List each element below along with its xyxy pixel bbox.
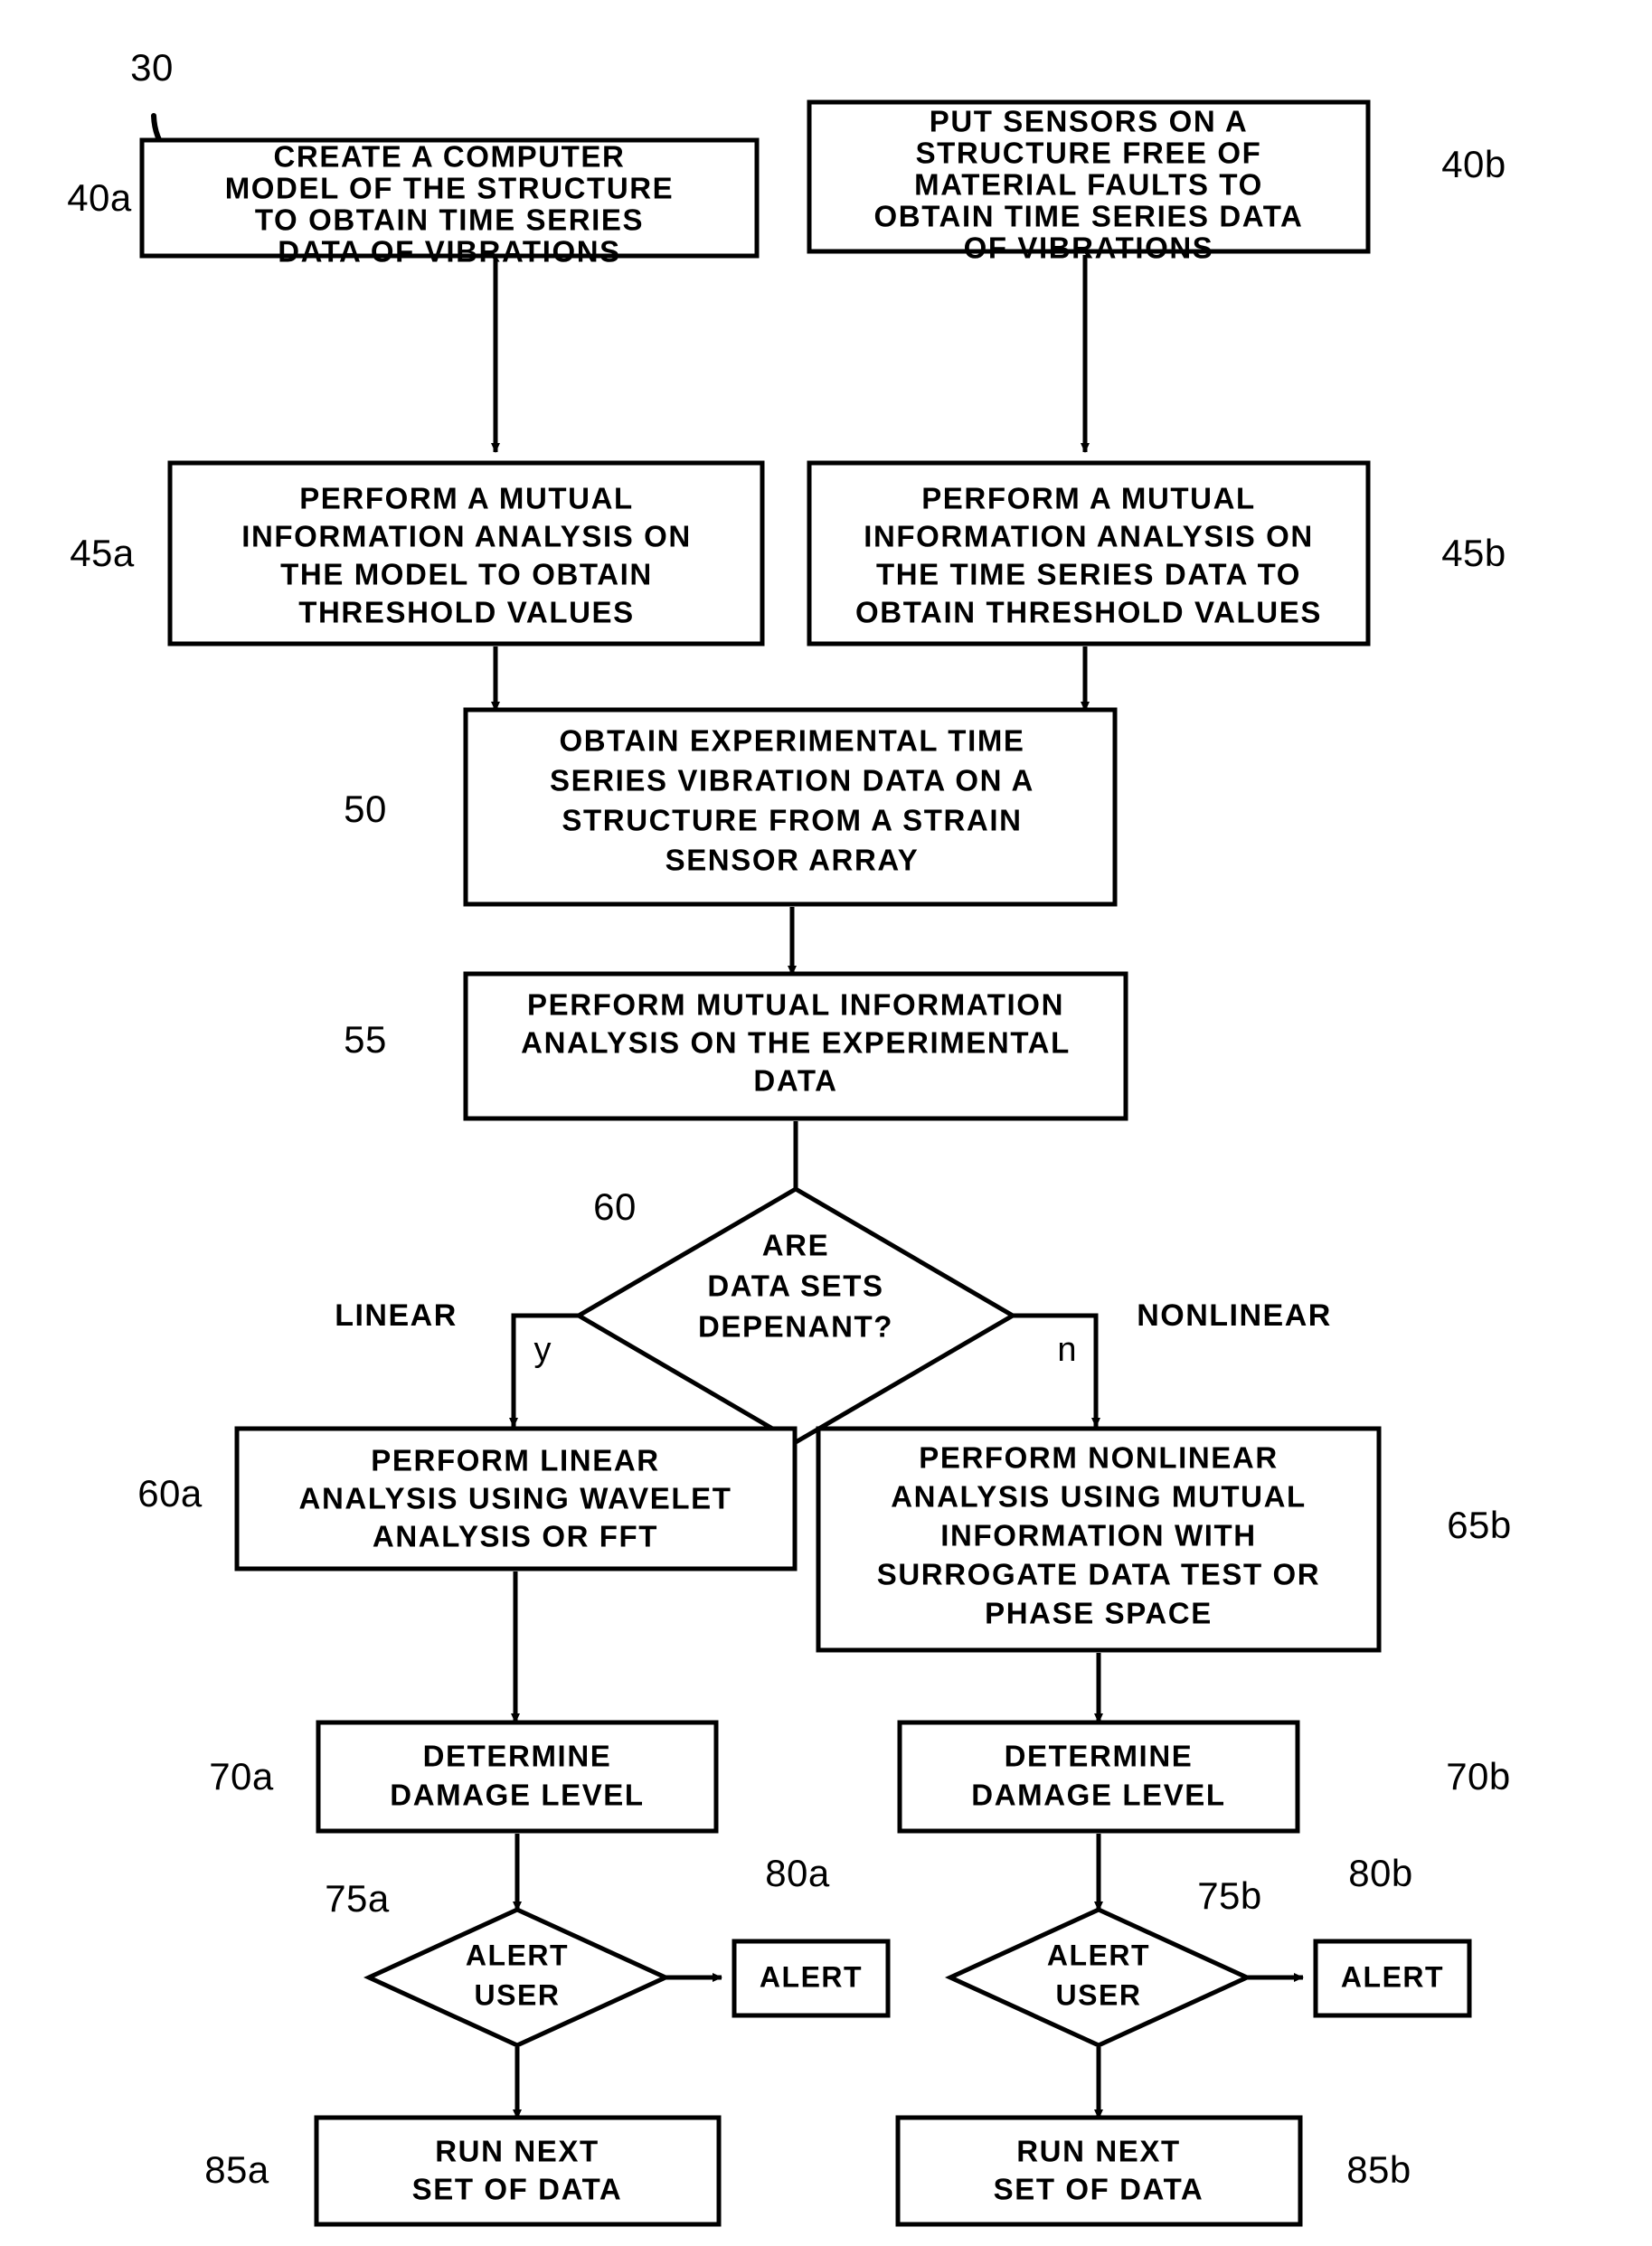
box-55-line-2: ANALYSIS ON THE EXPERIMENTAL [521,1026,1071,1060]
ref-70a: 70a [209,1755,274,1798]
box-45b-line-2: INFORMATION ANALYSIS ON [864,520,1314,553]
box-45a-line-2: INFORMATION ANALYSIS ON [241,520,692,553]
box-45a-line-3: THE MODEL TO OBTAIN [280,558,653,591]
ref-45b: 45b [1441,532,1506,574]
ref-40a: 40a [67,176,132,219]
box-45a-line-1: PERFORM A MUTUAL [299,482,634,515]
box-55-line-3: DATA [753,1064,837,1098]
decision-75a-line-1: ALERT [466,1939,569,1971]
ref-60: 60 [593,1185,637,1228]
box-65b-line-2: ANALYSIS USING MUTUAL [891,1480,1307,1514]
connector-60-no-to-65b [1013,1313,1100,1428]
patent-flowchart-figure: 30 CREATE A COMPUTER MODEL OF THE STRUCT… [0,0,1652,2246]
box-45b-line-4: OBTAIN THRESHOLD VALUES [855,596,1322,629]
box-55-line-1: PERFORM MUTUAL INFORMATION [527,988,1064,1022]
branch-label-linear: LINEAR [335,1298,458,1333]
box-60a-line-3: ANALYSIS OR FFT [373,1520,658,1553]
box-45b-line-3: THE TIME SERIES DATA TO [876,558,1301,591]
box-40b-line-2: STRUCTURE FREE OF [916,137,1262,170]
branch-label-nonlinear: NONLINEAR [1137,1298,1332,1333]
decision-75a [363,1907,672,2048]
decision-75b [944,1907,1253,2048]
decision-75b-line-1: ALERT [1047,1939,1150,1971]
box-40a-line-1: CREATE A COMPUTER [274,140,626,174]
box-85b-line-2: SET OF DATA [994,2173,1204,2206]
box-50-line-2: SERIES VIBRATION DATA ON A [550,764,1034,797]
ref-45a: 45a [70,532,135,574]
flowchart-canvas: 30 CREATE A COMPUTER MODEL OF THE STRUCT… [67,46,1512,2227]
box-70b-line-1: DETERMINE [1005,1740,1194,1773]
box-40b-line-3: MATERIAL FAULTS TO [914,168,1263,202]
box-85b [895,2115,1303,2227]
box-40b-line-5: OF VIBRATIONS [964,231,1214,265]
ref-85a: 85a [204,2148,269,2191]
decision-60-no-label: n [1057,1331,1076,1369]
box-45a-line-4: THRESHOLD VALUES [298,596,635,629]
ref-75b: 75b [1197,1874,1262,1917]
box-65b-line-1: PERFORM NONLINEAR [919,1441,1279,1475]
ref-50: 50 [344,788,387,830]
box-40b-line-1: PUT SENSORS ON A [930,105,1249,138]
box-40a-line-4: DATA OF VIBRATIONS [278,235,621,269]
box-45b-line-1: PERFORM A MUTUAL [921,482,1256,515]
ref-85b: 85b [1346,2148,1411,2191]
decision-60-line-2: DATA SETS [707,1269,883,1303]
box-65b-line-4: SURROGATE DATA TEST OR [877,1558,1320,1591]
box-40a-line-3: TO OBTAIN TIME SERIES [255,203,644,237]
decision-60-yes-label: y [534,1331,552,1369]
decision-75b-line-2: USER [1056,1978,1142,2011]
box-65b-line-5: PHASE SPACE [985,1597,1213,1630]
box-40a-line-2: MODEL OF THE STRUCTURE [225,172,675,205]
box-50-line-3: STRUCTURE FROM A STRAIN [562,804,1022,837]
ref-80b: 80b [1348,1852,1413,1894]
figure-ref-number: 30 [130,46,174,89]
ref-60a: 60a [137,1472,203,1515]
ref-40b: 40b [1441,143,1506,185]
box-65b-line-3: INFORMATION WITH [940,1519,1256,1552]
box-80b-label: ALERT [1341,1960,1444,1993]
box-85a-line-2: SET OF DATA [412,2173,623,2206]
decision-60-line-1: ARE [762,1229,829,1262]
ref-80a: 80a [765,1852,830,1894]
box-80a-label: ALERT [760,1960,863,1993]
box-85a [314,2115,722,2227]
box-50-line-4: SENSOR ARRAY [666,844,920,877]
ref-65b: 65b [1447,1504,1512,1546]
ref-75a: 75a [325,1877,390,1920]
decision-75a-line-2: USER [475,1978,561,2011]
box-40b-line-4: OBTAIN TIME SERIES DATA [874,200,1304,233]
ref-55: 55 [344,1018,387,1061]
box-70a-line-2: DAMAGE LEVEL [390,1779,644,1812]
box-85a-line-1: RUN NEXT [435,2135,599,2168]
decision-60-line-3: DEPENANT? [698,1310,893,1344]
ref-70b: 70b [1446,1755,1511,1798]
box-60a-line-1: PERFORM LINEAR [371,1444,659,1477]
box-85b-line-1: RUN NEXT [1016,2135,1180,2168]
box-50-line-1: OBTAIN EXPERIMENTAL TIME [559,724,1024,758]
box-60a-line-2: ANALYSIS USING WAVELET [299,1482,732,1515]
box-70a-line-1: DETERMINE [423,1740,612,1773]
box-70b-line-2: DAMAGE LEVEL [971,1779,1225,1812]
